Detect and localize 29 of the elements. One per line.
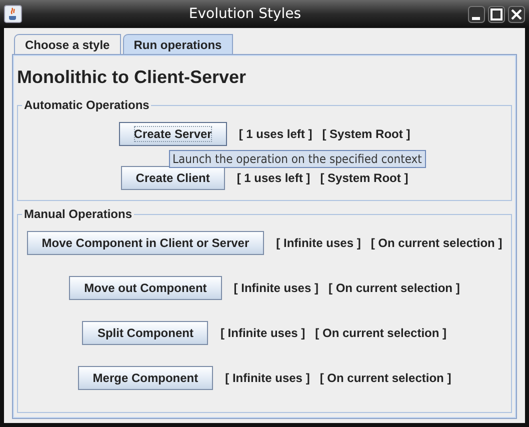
operation-button[interactable]: Create Server bbox=[118, 122, 227, 146]
tab[interactable]: Choose a style bbox=[14, 34, 121, 54]
context-label: [ System Root ] bbox=[322, 127, 410, 141]
context-label: [ On current selection ] bbox=[328, 281, 460, 295]
tooltip: Launch the operation on the specified context bbox=[168, 150, 426, 168]
context-label: [ System Root ] bbox=[320, 171, 408, 185]
operation-button[interactable]: Split Component bbox=[82, 321, 208, 345]
uses-label: [ 1 uses left ] bbox=[236, 171, 310, 185]
operation-button[interactable]: Create Client bbox=[120, 166, 225, 190]
minimize-icon[interactable] bbox=[468, 6, 485, 22]
page-heading: Monolithic to Client-Server bbox=[17, 67, 248, 88]
uses-label: [ Infinite uses ] bbox=[234, 281, 318, 295]
context-label: [ On current selection ] bbox=[370, 236, 502, 250]
operation-button[interactable]: Move out Component bbox=[69, 276, 222, 300]
group-title: Automatic Operations bbox=[23, 98, 150, 112]
tab[interactable]: Run operations bbox=[122, 34, 233, 54]
window-title: Evolution Styles bbox=[188, 6, 302, 22]
uses-label: [ Infinite uses ] bbox=[276, 236, 361, 250]
operation-button[interactable]: Move Component in Client or Server bbox=[26, 231, 264, 255]
context-label: [ On current selection ] bbox=[320, 371, 452, 385]
group-title: Manual Operations bbox=[23, 207, 134, 221]
maximize-icon[interactable] bbox=[488, 6, 505, 22]
app-icon bbox=[4, 5, 22, 23]
context-label: [ On current selection ] bbox=[315, 326, 447, 340]
uses-label: [ 1 uses left ] bbox=[238, 127, 312, 141]
uses-label: [ Infinite uses ] bbox=[220, 326, 306, 340]
uses-label: [ Infinite uses ] bbox=[225, 371, 310, 385]
operation-button[interactable]: Merge Component bbox=[78, 366, 214, 390]
close-icon[interactable] bbox=[508, 6, 525, 22]
